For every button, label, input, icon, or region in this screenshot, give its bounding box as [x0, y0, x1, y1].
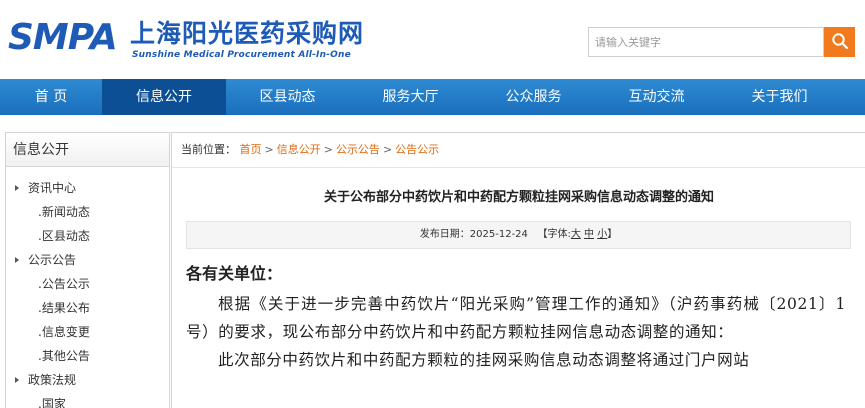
nav-item-home[interactable]: 首 页	[0, 79, 102, 115]
breadcrumb-separator: >	[323, 143, 333, 156]
font-size-small-button[interactable]: 小	[597, 229, 607, 240]
nav-item-public-service[interactable]: 公众服务	[472, 79, 595, 115]
breadcrumb-separator: >	[264, 143, 274, 156]
main-nav: 首 页 信息公开 区县动态 服务大厅 公众服务 互动交流 关于我们	[0, 79, 865, 115]
breadcrumb-prefix: 当前位置：	[181, 143, 236, 156]
nav-item-info-disclosure[interactable]: 信息公开	[102, 79, 226, 115]
sidebar-item-district-news[interactable]: .区县动态	[6, 224, 169, 248]
main-content: 当前位置： 首页 > 信息公开 > 公示公告 > 公告公示 关于公布部分中药饮片和中药配方颗…	[171, 132, 865, 408]
sidebar-menu: 资讯中心 .新闻动态 .区县动态 公示公告 .公告公示 .结果公布 .信息变更 …	[6, 167, 169, 408]
search-button[interactable]	[824, 27, 855, 57]
caret-right-icon	[15, 185, 19, 191]
sidebar-item-news[interactable]: .新闻动态	[6, 200, 169, 224]
sidebar-item-national[interactable]: .国家	[6, 392, 169, 408]
article-meta: 发布日期：2025-12-24 【字体:大 中 小】	[186, 221, 851, 249]
sidebar-item-label: 资讯中心	[28, 181, 77, 195]
article-title: 关于公布部分中药饮片和中药配方颗粒挂网采购信息动态调整的通知	[323, 190, 714, 205]
nav-item-service-hall[interactable]: 服务大厅	[349, 79, 472, 115]
font-size-large-button[interactable]: 大	[571, 229, 581, 240]
font-size-label-close: 】	[607, 229, 618, 240]
breadcrumb-info-disclosure[interactable]: 信息公开	[277, 143, 321, 156]
caret-right-icon	[15, 377, 19, 383]
nav-item-about-us[interactable]: 关于我们	[718, 79, 841, 115]
font-size-label-open: 【字体:	[537, 229, 571, 240]
sidebar-item-label: 政策法规	[28, 373, 77, 387]
sidebar-item-news-center[interactable]: 资讯中心	[6, 176, 169, 200]
breadcrumb: 当前位置： 首页 > 信息公开 > 公示公告 > 公告公示	[181, 142, 439, 158]
sidebar-item-other-notices[interactable]: .其他公告	[6, 344, 169, 368]
site-header: SMPA 上海阳光医药采购网 Sunshine Medical Procurem…	[0, 0, 865, 78]
divider	[172, 167, 865, 168]
search-box	[588, 27, 824, 57]
sidebar-item-results[interactable]: .结果公布	[6, 296, 169, 320]
breadcrumb-separator: >	[382, 143, 393, 156]
article-body: 各有关单位： 根据《关于进一步完善中药饮片“阳光采购”管理工作的通知》（沪药事药…	[186, 261, 846, 374]
sidebar-item-notices[interactable]: .公告公示	[6, 272, 169, 296]
search-icon	[831, 32, 849, 53]
publish-date-label: 发布日期：	[419, 229, 470, 240]
left-sidebar: 信息公开 资讯中心 .新闻动态 .区县动态 公示公告 .公告公示 .结果公布 .…	[5, 132, 170, 408]
breadcrumb-announcements[interactable]: 公示公告	[336, 143, 380, 156]
search-input[interactable]	[589, 28, 823, 56]
nav-item-interaction[interactable]: 互动交流	[595, 79, 718, 115]
sidebar-item-label: 公示公告	[28, 253, 77, 267]
article-salutation: 各有关单位：	[186, 264, 283, 283]
publish-date: 2025-12-24	[469, 229, 528, 240]
sidebar-item-info-changes[interactable]: .信息变更	[6, 320, 169, 344]
logo-abbreviation: SMPA	[8, 17, 118, 58]
article-paragraph: 根据《关于进一步完善中药饮片“阳光采购”管理工作的通知》（沪药事药械〔2021〕…	[186, 295, 846, 341]
sidebar-title: 信息公开	[6, 133, 169, 167]
breadcrumb-notices[interactable]: 公告公示	[395, 143, 439, 156]
sidebar-item-policies[interactable]: 政策法规	[6, 368, 169, 392]
breadcrumb-home[interactable]: 首页	[240, 143, 262, 156]
caret-right-icon	[15, 257, 19, 263]
font-size-medium-button[interactable]: 中	[584, 229, 594, 240]
sidebar-item-announcements[interactable]: 公示公告	[6, 248, 169, 272]
nav-item-district-news[interactable]: 区县动态	[226, 79, 349, 115]
logo-english-name: Sunshine Medical Procurement All-In-One	[132, 50, 351, 60]
logo-chinese-name: 上海阳光医药采购网	[130, 19, 365, 48]
article-paragraph: 此次部分中药饮片和中药配方颗粒的挂网采购信息动态调整将通过门户网站	[218, 351, 750, 369]
